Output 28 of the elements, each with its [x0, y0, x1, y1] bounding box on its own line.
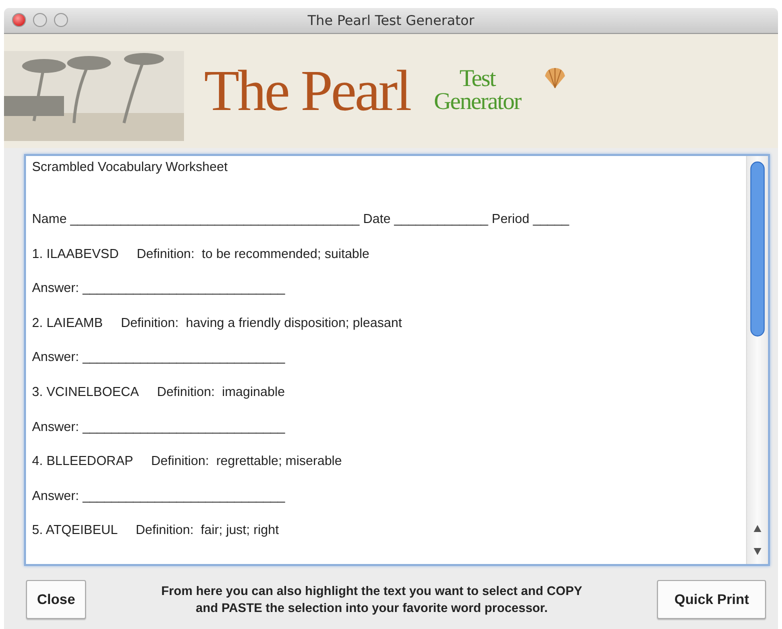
name-date-period-line: Name ________________________________________ Date _____________ Period _____ [32, 211, 570, 226]
answer-line: Answer: ____________________________ [32, 488, 286, 503]
scrambled-word: 1. ILAABEVSD [32, 246, 119, 261]
app-logo-title: The Pearl [204, 62, 410, 120]
vertical-scrollbar[interactable] [746, 156, 768, 564]
worksheet-text-area[interactable] [24, 154, 770, 566]
answer-line: Answer: ____________________________ [32, 418, 286, 434]
minimize-window-icon[interactable] [33, 13, 47, 27]
app-logo-subtitle: Test Generator [434, 68, 521, 114]
definition-text: Definition: fair; just; right [136, 522, 279, 538]
answer-line: Answer: ____________________________ [32, 349, 286, 364]
quick-print-button[interactable]: Quick Print [657, 580, 766, 619]
scrambled-word: 4. BLLEEDORAP [32, 453, 134, 468]
definition-text: Definition: having a friendly disposition; pleasant [120, 314, 402, 330]
scrambled-word: 5. ATQEIBEUL [32, 522, 118, 538]
window-title: The Pearl Test Generator [308, 12, 474, 31]
definition-text: Definition: to be recommended; suitable [136, 246, 370, 261]
worksheet-heading: Scrambled Vocabulary Worksheet [32, 159, 228, 174]
definition-text: Definition: imaginable [156, 384, 285, 399]
close-button[interactable]: Close [26, 580, 86, 619]
zoom-window-icon[interactable] [54, 13, 68, 27]
definition-text: Definition: regrettable; miserable [151, 453, 342, 468]
scrambled-word: 2. LAIEAMB [32, 314, 103, 330]
close-window-icon[interactable] [12, 13, 26, 27]
seashell-icon [542, 66, 567, 90]
instruction-text: From here you can also highlight the text you want to select and COPY and PASTE the selection into your favorite word processor. [160, 582, 584, 616]
answer-line: Answer: ____________________________ [32, 280, 286, 296]
scrambled-word: 3. VCINELBOECA [32, 384, 139, 399]
